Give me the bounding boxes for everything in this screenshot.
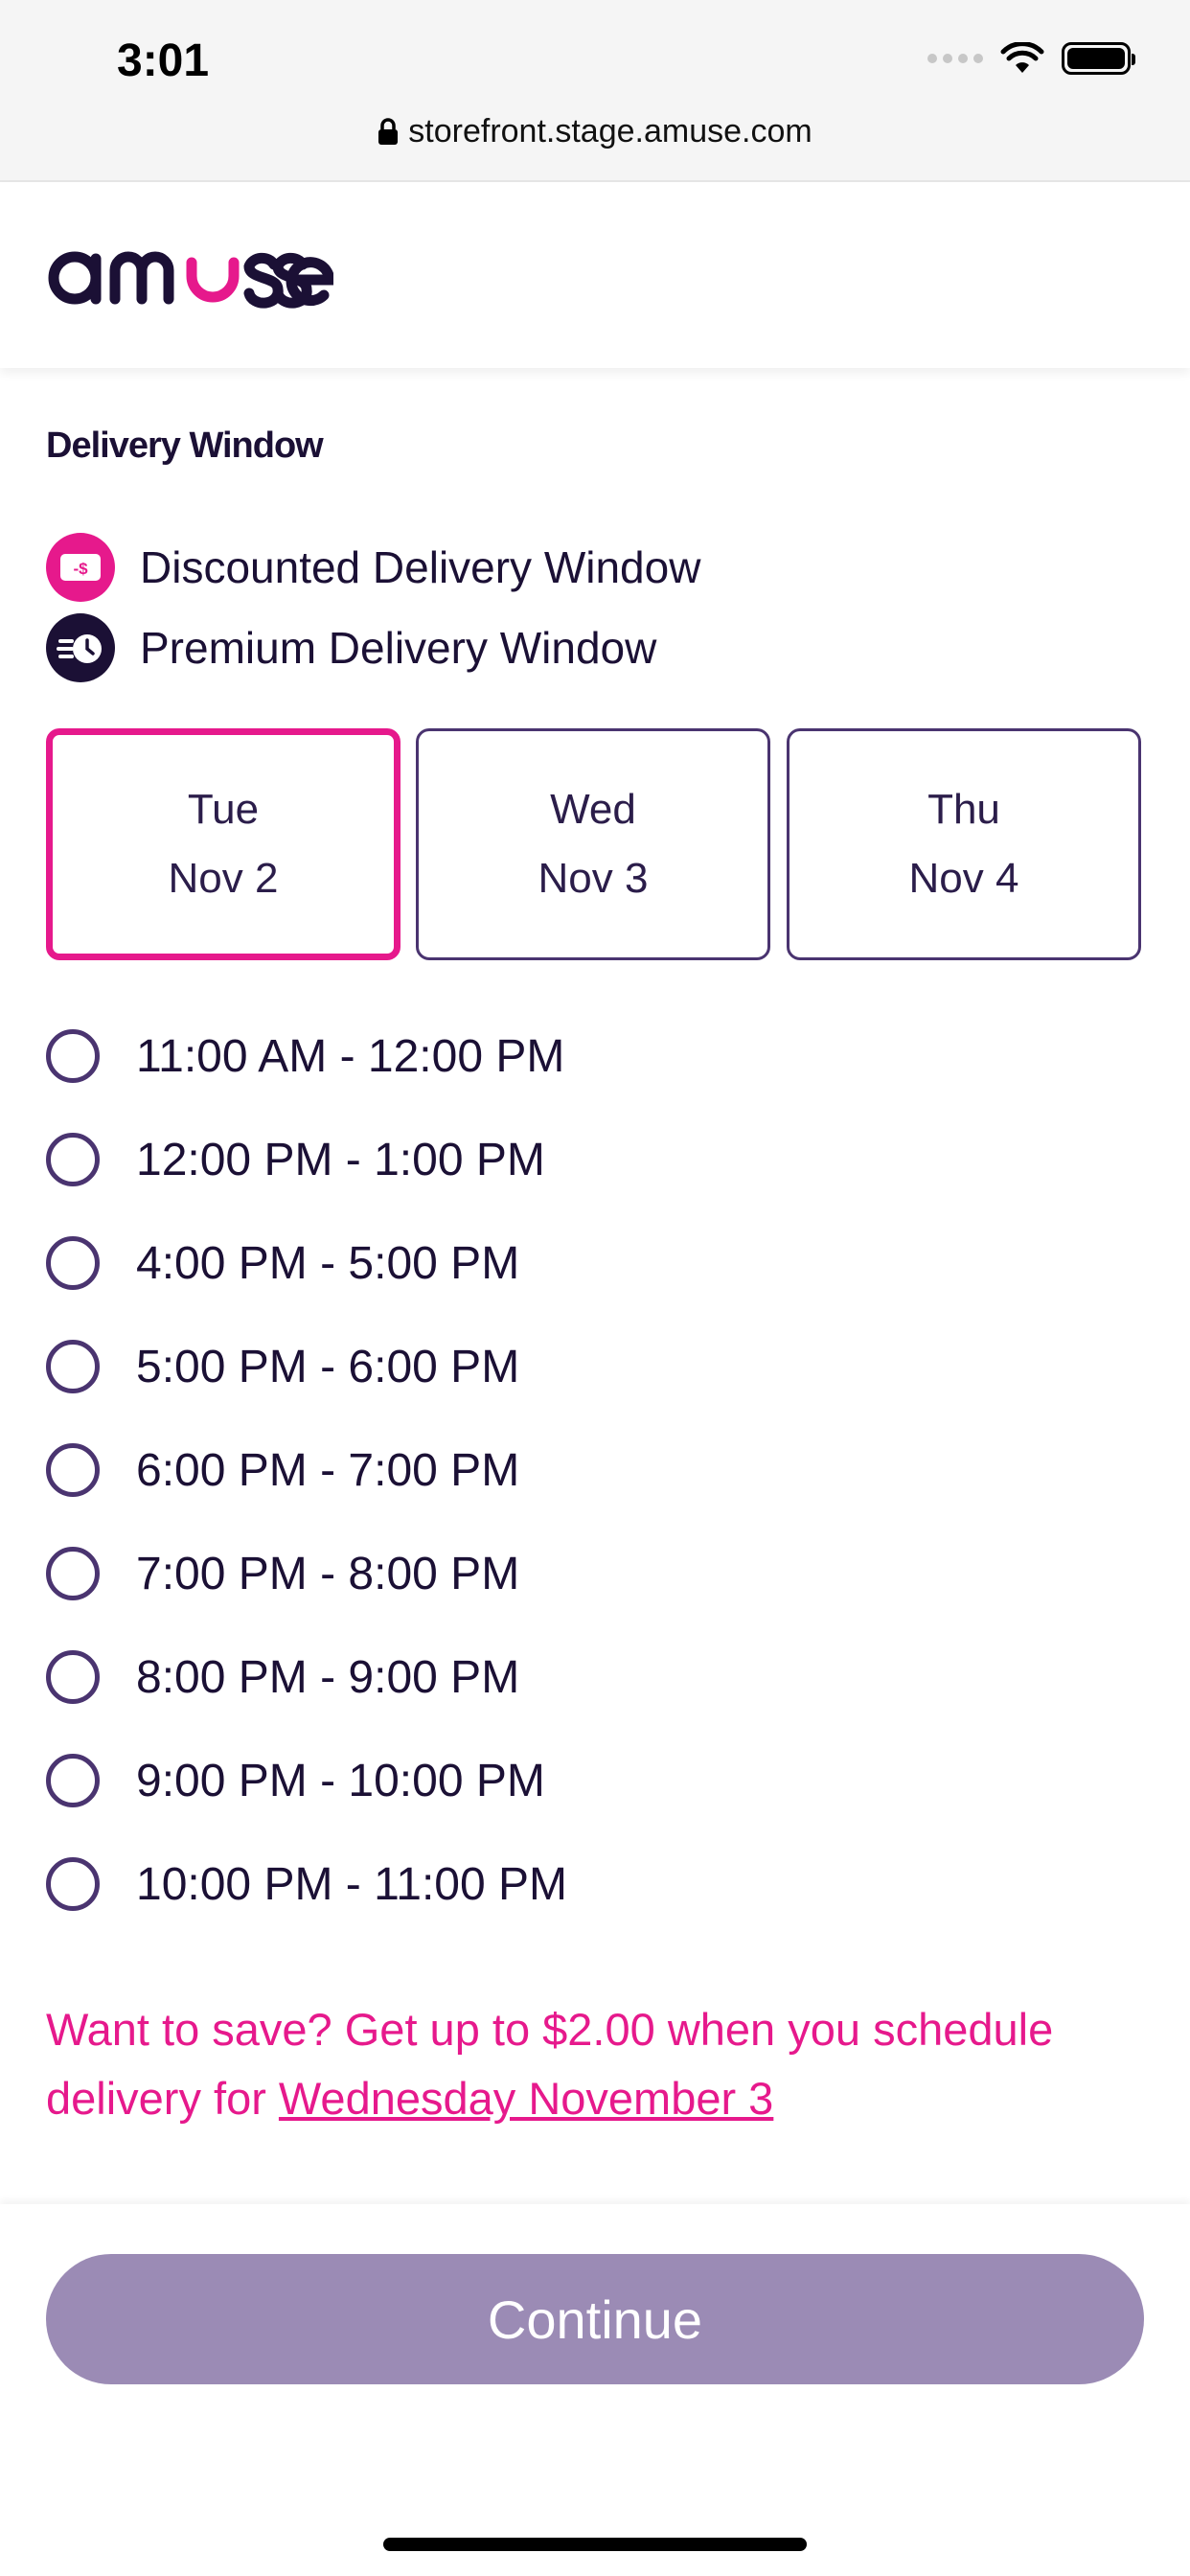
radio-button[interactable] [46,1340,100,1393]
browser-chrome: 3:01 storefront.stage.amuse.com [0,0,1190,182]
time-slot-label: 10:00 PM - 11:00 PM [136,1858,567,1910]
radio-button[interactable] [46,1857,100,1911]
time-slot-label: 5:00 PM - 6:00 PM [136,1341,520,1392]
site-header [0,182,1190,368]
day-date: Nov 3 [538,855,649,902]
time-slot-label: 12:00 PM - 1:00 PM [136,1134,545,1185]
day-weekday: Thu [927,786,1000,833]
time-slot-option[interactable]: 9:00 PM - 10:00 PM [46,1754,545,1807]
radio-button[interactable] [46,1236,100,1290]
signal-icon [927,54,983,63]
fast-clock-icon [46,613,115,682]
day-date: Nov 4 [908,855,1019,902]
time-slot-option[interactable]: 5:00 PM - 6:00 PM [46,1340,519,1393]
time-slot-option[interactable]: 7:00 PM - 8:00 PM [46,1547,519,1600]
time-slot-option[interactable]: 12:00 PM - 1:00 PM [46,1133,545,1186]
day-tab-thu[interactable]: Thu Nov 4 [787,728,1141,960]
day-weekday: Tue [187,786,260,833]
lock-icon [378,118,399,145]
status-icons [927,42,1135,75]
wifi-icon [1000,42,1044,73]
radio-button[interactable] [46,1443,100,1497]
time-slot-option[interactable]: 11:00 AM - 12:00 PM [46,1029,564,1083]
radio-button[interactable] [46,1754,100,1807]
savings-promo: Want to save? Get up to $2.00 when you s… [46,1995,1148,2133]
time-slot-label: 4:00 PM - 5:00 PM [136,1237,520,1289]
legend-premium: Premium Delivery Window [46,613,656,682]
radio-button[interactable] [46,1029,100,1083]
home-indicator[interactable] [383,2538,807,2551]
time-slot-option[interactable]: 4:00 PM - 5:00 PM [46,1236,519,1290]
legend-discounted: -$ Discounted Delivery Window [46,533,700,602]
time-slot-option[interactable]: 6:00 PM - 7:00 PM [46,1443,519,1497]
radio-button[interactable] [46,1650,100,1704]
address-bar[interactable]: storefront.stage.amuse.com [0,113,1190,150]
day-date: Nov 2 [168,855,279,902]
time-slot-option[interactable]: 10:00 PM - 11:00 PM [46,1857,567,1911]
radio-button[interactable] [46,1547,100,1600]
battery-icon [1062,42,1135,75]
time-slot-label: 11:00 AM - 12:00 PM [136,1030,565,1082]
promo-date-link[interactable]: Wednesday November 3 [279,2073,773,2124]
url-text: storefront.stage.amuse.com [408,113,812,150]
section-title: Delivery Window [46,426,324,466]
time-slot-option[interactable]: 8:00 PM - 9:00 PM [46,1650,519,1704]
time-slot-label: 7:00 PM - 8:00 PM [136,1548,520,1599]
time-slot-label: 6:00 PM - 7:00 PM [136,1444,520,1496]
discount-tag-text: -$ [73,560,88,578]
day-tab-wed[interactable]: Wed Nov 3 [416,728,770,960]
legend-discounted-label: Discounted Delivery Window [140,542,701,592]
footer-bar: Continue [0,2204,1190,2576]
day-weekday: Wed [550,786,636,833]
discount-tag-icon: -$ [46,533,115,602]
time-slot-label: 8:00 PM - 9:00 PM [136,1651,520,1703]
amuse-logo[interactable] [46,222,333,318]
day-tab-tue[interactable]: Tue Nov 2 [46,728,400,960]
radio-button[interactable] [46,1133,100,1186]
continue-button[interactable]: Continue [46,2254,1144,2384]
status-time: 3:01 [117,35,210,86]
time-slot-label: 9:00 PM - 10:00 PM [136,1755,545,1806]
legend-premium-label: Premium Delivery Window [140,623,657,673]
